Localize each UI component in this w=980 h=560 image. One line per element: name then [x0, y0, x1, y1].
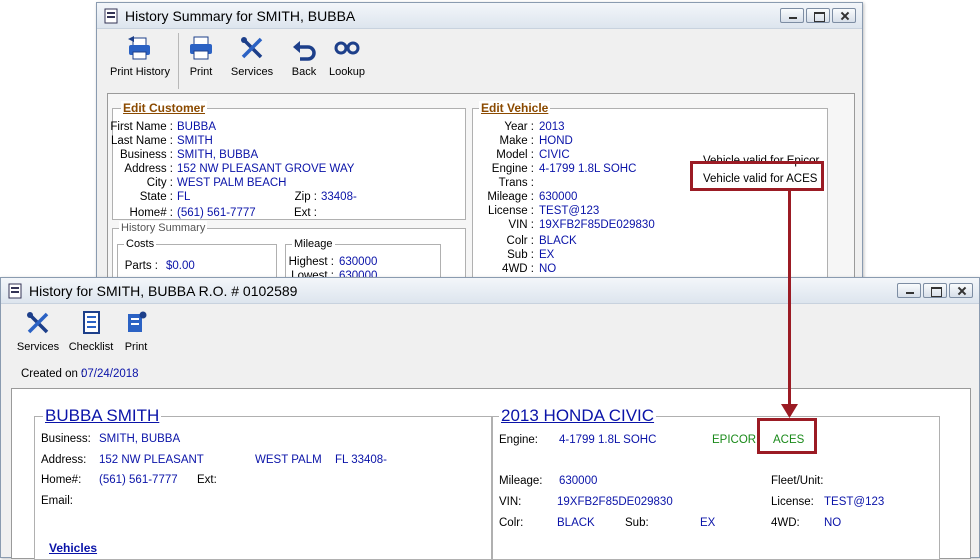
state-zip-value: FL 33408-: [335, 454, 387, 466]
license-value: TEST@123: [824, 496, 885, 508]
print-button[interactable]: Print: [185, 35, 217, 78]
edit-customer-link[interactable]: Edit Customer: [121, 101, 208, 115]
sub-value: EX: [700, 517, 716, 529]
epicor-badge: EPICOR: [712, 434, 757, 446]
last-name-value: SMITH: [177, 135, 213, 147]
highest-mileage-value: 630000: [339, 256, 378, 268]
make-value: HOND: [539, 135, 573, 147]
state-value: FL: [177, 191, 191, 203]
customer-section: BUBBA SMITH Business: SMITH, BUBBA Addre…: [34, 406, 492, 560]
print-history-icon: [128, 36, 150, 60]
toolbar: Print History Print Services Back Lookup: [97, 29, 862, 93]
business-value: SMITH, BUBBA: [177, 149, 259, 161]
business-value: SMITH, BUBBA: [99, 433, 181, 445]
license-value: TEST@123: [539, 205, 600, 217]
color-value: BLACK: [539, 235, 577, 247]
maximize-button[interactable]: [923, 283, 947, 298]
app-icon: [8, 283, 22, 298]
checklist-icon: [83, 311, 100, 334]
checklist-button[interactable]: Checklist: [67, 310, 115, 353]
tools-icon: [241, 37, 263, 59]
window-title: History Summary for SMITH, BUBBA: [125, 7, 356, 24]
tools-icon: [27, 312, 49, 334]
close-button[interactable]: [949, 283, 973, 298]
toolbar-separator: [178, 33, 179, 89]
4wd-value: NO: [824, 517, 842, 529]
toolbar: Services Checklist Print: [1, 304, 979, 364]
edit-vehicle-link[interactable]: Edit Vehicle: [479, 101, 551, 115]
minimize-button[interactable]: [897, 283, 921, 298]
address-value: 152 NW PLEASANT GROVE WAY: [177, 163, 355, 175]
print-settings-icon: [128, 311, 147, 332]
window-title: History for SMITH, BUBBA R.O. # 0102589: [29, 282, 298, 299]
home-phone-value: (561) 561-7777: [177, 207, 256, 219]
vin-value: 19XFB2F85DE029830: [557, 496, 673, 508]
connector-line: [788, 191, 791, 409]
ro-detail-panel: BUBBA SMITH Business: SMITH, BUBBA Addre…: [11, 388, 971, 560]
vehicle-group: Edit Vehicle Year : 2013 Make : HOND Mod…: [472, 101, 828, 304]
home-phone-value: (561) 561-7777: [99, 474, 178, 486]
customer-group: Edit Customer First Name : BUBBA Last Na…: [110, 101, 466, 220]
engine-value: 4-1799 1.8L SOHC: [559, 434, 657, 446]
parts-cost-value: $0.00: [166, 260, 195, 272]
mileage-value: 630000: [559, 475, 598, 487]
customer-name-link[interactable]: BUBBA SMITH: [43, 406, 162, 426]
vin-value: 19XFB2F85DE029830: [539, 219, 655, 231]
close-button[interactable]: [832, 8, 856, 23]
lookup-button[interactable]: Lookup: [327, 35, 367, 78]
connector-arrowhead: [781, 404, 798, 418]
created-date-value: 07/24/2018: [81, 368, 139, 380]
ro-history-window: History for SMITH, BUBBA R.O. # 0102589 …: [0, 277, 980, 560]
title-bar[interactable]: History Summary for SMITH, BUBBA: [97, 3, 862, 29]
binoculars-icon: [334, 41, 360, 55]
vehicle-section: 2013 HONDA CIVIC Engine: 4-1799 1.8L SOH…: [492, 406, 940, 560]
back-arrow-icon: [293, 41, 316, 61]
mileage-value: 630000: [539, 191, 578, 203]
title-bar[interactable]: History for SMITH, BUBBA R.O. # 0102589: [1, 278, 979, 304]
printer-icon: [190, 36, 212, 60]
year-value: 2013: [539, 121, 565, 133]
first-name-value: BUBBA: [177, 121, 216, 133]
history-summary-window: History Summary for SMITH, BUBBA Print H…: [96, 2, 863, 308]
print-history-button[interactable]: Print History: [109, 35, 171, 78]
vehicle-title-link[interactable]: 2013 HONDA CIVIC: [499, 406, 657, 426]
sub-value: EX: [539, 249, 555, 261]
services-button[interactable]: Services: [13, 310, 63, 353]
engine-value: 4-1799 1.8L SOHC: [539, 163, 637, 175]
app-icon: [104, 8, 118, 23]
color-value: BLACK: [557, 517, 595, 529]
print-button[interactable]: Print: [119, 310, 153, 353]
city-value: WEST PALM BEACH: [177, 177, 287, 189]
address-value: 152 NW PLEASANT: [99, 454, 204, 466]
services-button[interactable]: Services: [227, 35, 277, 78]
city-value: WEST PALM: [255, 454, 322, 466]
model-value: CIVIC: [539, 149, 570, 161]
back-button[interactable]: Back: [287, 35, 321, 78]
highlight-valid-aces: [690, 161, 824, 191]
highlight-aces: [757, 418, 817, 454]
4wd-value: NO: [539, 263, 557, 275]
vehicles-link[interactable]: Vehicles: [49, 541, 97, 555]
zip-value: 33408-: [321, 191, 357, 203]
summary-panel: Edit Customer First Name : BUBBA Last Na…: [107, 93, 855, 308]
minimize-button[interactable]: [780, 8, 804, 23]
maximize-button[interactable]: [806, 8, 830, 23]
